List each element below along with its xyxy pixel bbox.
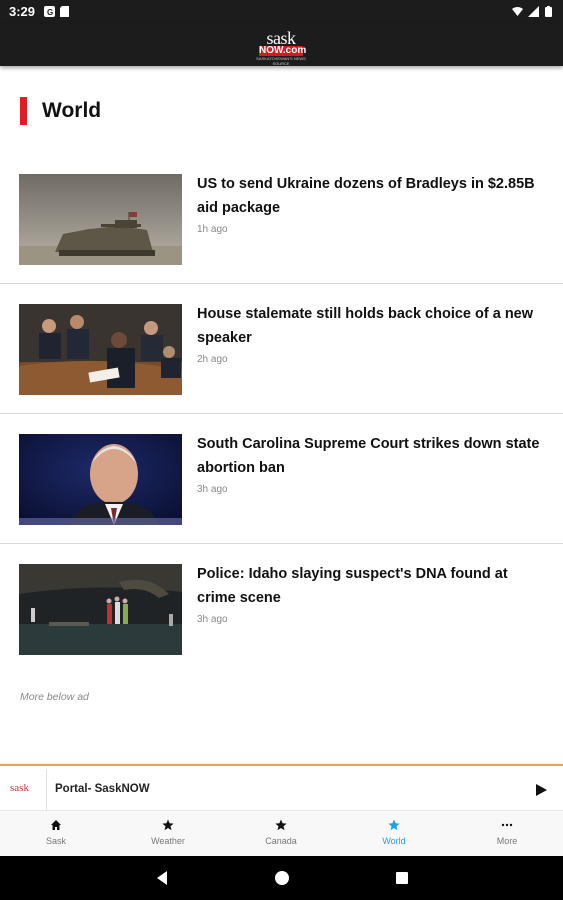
wifi-icon: [512, 7, 523, 16]
article-card[interactable]: US to send Ukraine dozens of Bradleys in…: [0, 174, 563, 304]
player-title: Portal- SaskNOW: [55, 783, 150, 795]
article-age: 2h ago: [197, 354, 228, 365]
dots-icon: [501, 823, 513, 827]
section-accent-bar: [20, 97, 27, 125]
article-age: 3h ago: [197, 484, 228, 495]
star-icon: [162, 819, 174, 831]
article-thumbnail[interactable]: [19, 304, 182, 395]
article-age: 3h ago: [197, 614, 228, 625]
article-headline[interactable]: US to send Ukraine dozens of Bradleys in…: [197, 172, 542, 220]
article-card[interactable]: South Carolina Supreme Court strikes dow…: [0, 434, 563, 564]
article-headline[interactable]: Police: Idaho slaying suspect's DNA foun…: [197, 562, 542, 610]
status-bar: 3:29 G: [0, 0, 563, 24]
notification-icon: G: [44, 6, 55, 17]
more-below-ad-note: More below ad: [20, 691, 89, 703]
section-title: World: [42, 99, 102, 122]
back-icon[interactable]: [154, 870, 170, 886]
nav-item-canada[interactable]: Canada: [225, 811, 337, 857]
article-age: 1h ago: [197, 224, 228, 235]
sasknow-logo[interactable]: sask NOW.com SASKATCHEWAN'S NEWS SOURCE: [253, 29, 309, 66]
article-headline[interactable]: House stalemate still holds back choice …: [197, 302, 542, 350]
article-card[interactable]: Police: Idaho slaying suspect's DNA foun…: [0, 564, 563, 694]
recents-icon[interactable]: [394, 870, 410, 886]
signal-icon: [528, 6, 539, 17]
divider: [0, 543, 563, 544]
article-thumbnail[interactable]: [19, 434, 182, 525]
system-navigation-bar: [0, 856, 563, 900]
article-thumbnail[interactable]: [19, 174, 182, 265]
station-artwork: sask: [0, 770, 47, 810]
svg-text:G: G: [47, 8, 53, 17]
home-button-icon[interactable]: [274, 870, 290, 886]
nav-item-more[interactable]: More: [451, 811, 563, 857]
nav-item-sask[interactable]: Sask: [0, 811, 112, 857]
status-time: 3:29: [9, 4, 36, 19]
battery-icon: [545, 6, 552, 17]
article-headline[interactable]: South Carolina Supreme Court strikes dow…: [197, 432, 542, 480]
bottom-navigation: Sask Weather Canada World More: [0, 810, 563, 857]
home-icon: [51, 820, 61, 830]
star-icon: [388, 819, 400, 831]
nav-item-world[interactable]: World: [338, 811, 450, 857]
article-thumbnail[interactable]: [19, 564, 182, 655]
audio-player-bar[interactable]: sask Portal- SaskNOW: [0, 764, 563, 812]
app-bar: sask NOW.com SASKATCHEWAN'S NEWS SOURCE: [0, 24, 563, 66]
play-icon[interactable]: [534, 783, 548, 797]
divider: [0, 283, 563, 284]
divider: [0, 413, 563, 414]
storage-icon: [60, 6, 69, 17]
article-card[interactable]: House stalemate still holds back choice …: [0, 304, 563, 434]
star-icon: [275, 819, 287, 831]
nav-item-weather[interactable]: Weather: [112, 811, 224, 857]
